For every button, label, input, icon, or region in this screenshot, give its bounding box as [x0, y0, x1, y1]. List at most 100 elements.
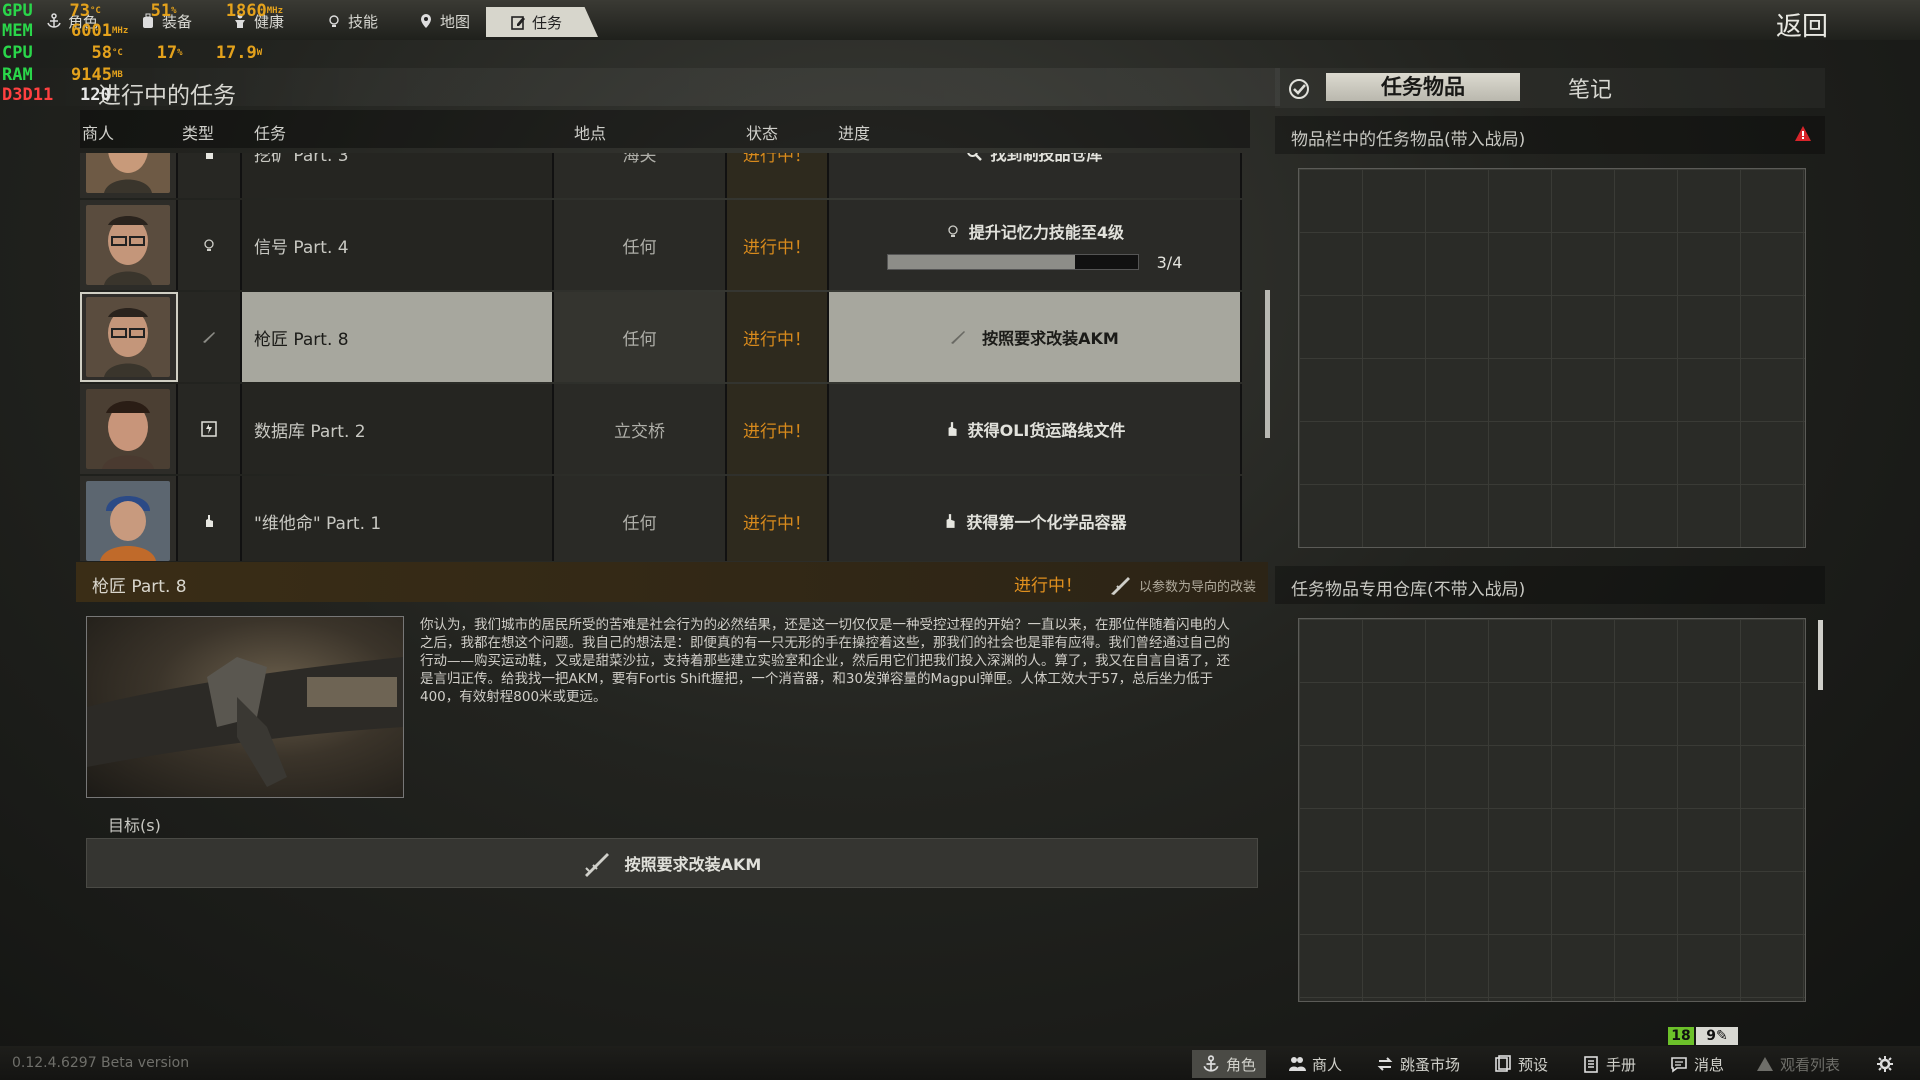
footer-presets-button[interactable]: 预设 — [1494, 1050, 1548, 1078]
table-row[interactable]: 信号 Part. 4 任何 进行中！ 提升记忆力技能至4级 3/4 — [80, 200, 1248, 290]
osd-ram-unit: MB — [112, 70, 123, 80]
footer-settings-button[interactable] — [1876, 1050, 1894, 1078]
quest-image — [86, 616, 404, 798]
quest-table-header: 商人 类型 任务 地点 状态 进度 — [80, 110, 1250, 148]
osd-gpu-load-unit: % — [171, 6, 177, 16]
quest-progress-cell: 获得第一个化学品容器 — [829, 476, 1242, 561]
back-button[interactable]: 返回 — [1776, 6, 1828, 43]
osd-cpu-temp: 58 — [91, 43, 112, 63]
menu-skills[interactable]: 技能 — [326, 8, 378, 34]
map-pin-icon — [421, 14, 431, 28]
rifle-icon — [1110, 577, 1130, 595]
col-location[interactable]: 地点 — [574, 120, 606, 144]
objective-text: 获得OLI货运路线文件 — [967, 421, 1126, 440]
footer-watchlist-button[interactable]: 观看列表 — [1756, 1050, 1840, 1078]
quest-progress-cell: 提升记忆力技能至4级 3/4 — [829, 200, 1242, 290]
osd-cpu-temp-unit: °C — [112, 48, 123, 58]
osd-gpu-clock: 1860 — [225, 1, 267, 21]
footer-traders-button[interactable]: 商人 — [1288, 1050, 1342, 1078]
trader-portrait-cell — [80, 292, 178, 382]
counter-badge-green: 18 — [1668, 1027, 1694, 1045]
col-status[interactable]: 状态 — [746, 120, 778, 144]
table-row[interactable]: 挖矿 Part. 3 海关 进行中！ 找到制技品仓库 — [80, 153, 1248, 198]
stash-in-raid-header: 物品栏中的任务物品(带入战局) — [1275, 116, 1825, 154]
objective: 按照要求改装AKM — [950, 325, 1119, 349]
trader-portrait-cell — [80, 200, 178, 290]
lightbulb-icon — [329, 15, 339, 27]
notepad-icon — [511, 16, 525, 30]
menu-quests-label: 任务 — [532, 13, 563, 32]
osd-gpu-label: GPU — [2, 1, 33, 21]
rifle-closeup-image — [87, 657, 403, 787]
people-icon — [1289, 1057, 1306, 1071]
footer-flea-button[interactable]: 跳蚤市场 — [1376, 1050, 1460, 1078]
stash-out-raid-grid[interactable] — [1298, 618, 1806, 1002]
footer-flea-label: 跳蚤市场 — [1400, 1055, 1461, 1074]
quest-list-scrollbar[interactable] — [1265, 290, 1270, 438]
type-cell — [178, 200, 242, 290]
stash-in-raid-grid[interactable] — [1298, 168, 1806, 548]
quest-location-cell: 立交桥 — [554, 384, 727, 474]
osd-gpu-temp: 73 — [69, 1, 90, 21]
osd-mem-label: MEM — [2, 21, 33, 41]
magnifier-icon — [967, 153, 983, 161]
col-progress[interactable]: 进度 — [838, 120, 870, 144]
objective-text: 按照要求改装AKM — [982, 329, 1119, 348]
stash-scrollbar[interactable] — [1818, 620, 1823, 690]
tab-notes[interactable]: 笔记 — [1568, 72, 1612, 104]
table-row[interactable]: 数据库 Part. 2 立交桥 进行中！ 获得OLI货运路线文件 — [80, 384, 1248, 474]
quest-description: 你认为，我们城市的居民所受的苦难是社会行为的必然结果，还是这一切仅仅是一种受控过… — [420, 617, 1230, 705]
col-type[interactable]: 类型 — [182, 120, 214, 144]
detail-title: 枪匠 Part. 8 — [92, 577, 187, 597]
quest-status-cell: 进行中！ — [727, 292, 829, 382]
warning-icon[interactable] — [1794, 125, 1812, 143]
type-cell — [178, 384, 242, 474]
menu-map[interactable]: 地图 — [418, 8, 470, 34]
objective-text: 获得第一个化学品容器 — [966, 513, 1127, 532]
osd-mem-row: MEM 6001MHz — [2, 20, 128, 42]
menu-quests-tab[interactable]: 任务 — [486, 7, 598, 37]
footer-character-button[interactable]: 角色 — [1192, 1050, 1267, 1078]
rifle-icon — [951, 331, 966, 344]
osd-ram-value: 9145 — [71, 65, 112, 85]
warning-triangle-icon — [1757, 1057, 1773, 1071]
progress-bar — [886, 254, 1139, 270]
objective-text: 找到制技品仓库 — [990, 153, 1103, 164]
gear-icon — [1877, 1056, 1893, 1072]
quest-status-cell: 进行中！ — [727, 200, 829, 290]
quest-list: 挖矿 Part. 3 海关 进行中！ 找到制技品仓库 信号 Part. 4 任何… — [80, 153, 1248, 561]
table-row-selected[interactable]: 枪匠 Part. 8 任何 进行中！ 按照要求改装AKM — [80, 292, 1248, 382]
footer-handbook-button[interactable]: 手册 — [1582, 1050, 1636, 1078]
osd-gpu-row: GPU 73°C 51% 1860MHz — [2, 0, 283, 22]
quest-status-cell: 进行中！ — [727, 153, 829, 198]
detail-type-label: 以参数为导向的改装 — [1138, 579, 1256, 595]
quest-location-cell: 任何 — [554, 476, 727, 561]
footer-handbook-label: 手册 — [1606, 1055, 1637, 1074]
objective: 获得第一个化学品容器 — [942, 509, 1127, 533]
osd-cpu-label: CPU — [2, 43, 33, 63]
table-row[interactable]: "维他命" Part. 1 任何 进行中！ 获得第一个化学品容器 — [80, 476, 1248, 561]
lightbulb-icon — [948, 224, 958, 237]
hand-pickup-icon — [948, 422, 957, 436]
progress-bar-fill — [887, 255, 1076, 269]
type-cell — [178, 153, 242, 198]
col-trader[interactable]: 商人 — [82, 120, 114, 144]
quest-name-cell: "维他命" Part. 1 — [242, 476, 554, 561]
hand-pickup-icon — [947, 514, 956, 528]
footer-messages-label: 消息 — [1694, 1055, 1725, 1074]
osd-gpu-load: 51 — [150, 1, 172, 21]
tab-quest-items[interactable]: 任务物品 — [1326, 73, 1520, 101]
footer-messages-button[interactable]: 消息 — [1670, 1050, 1724, 1078]
trader-portrait-mechanic — [86, 297, 170, 377]
footer-traders-label: 商人 — [1312, 1055, 1343, 1074]
trader-portrait-peacekeeper — [86, 389, 170, 469]
progress-text: 3/4 — [1156, 252, 1183, 272]
type-cell — [178, 292, 242, 382]
quest-detail-header: 枪匠 Part. 8 进行中！ 以参数为导向的改装 — [76, 562, 1268, 602]
osd-gpu-temp-unit: °C — [90, 6, 101, 16]
presets-icon — [1495, 1055, 1511, 1072]
rifle-icon — [584, 853, 609, 877]
col-quest[interactable]: 任务 — [254, 120, 286, 144]
objective: 提升记忆力技能至4级 — [945, 219, 1124, 243]
osd-d3d-label: D3D11 — [2, 85, 54, 105]
